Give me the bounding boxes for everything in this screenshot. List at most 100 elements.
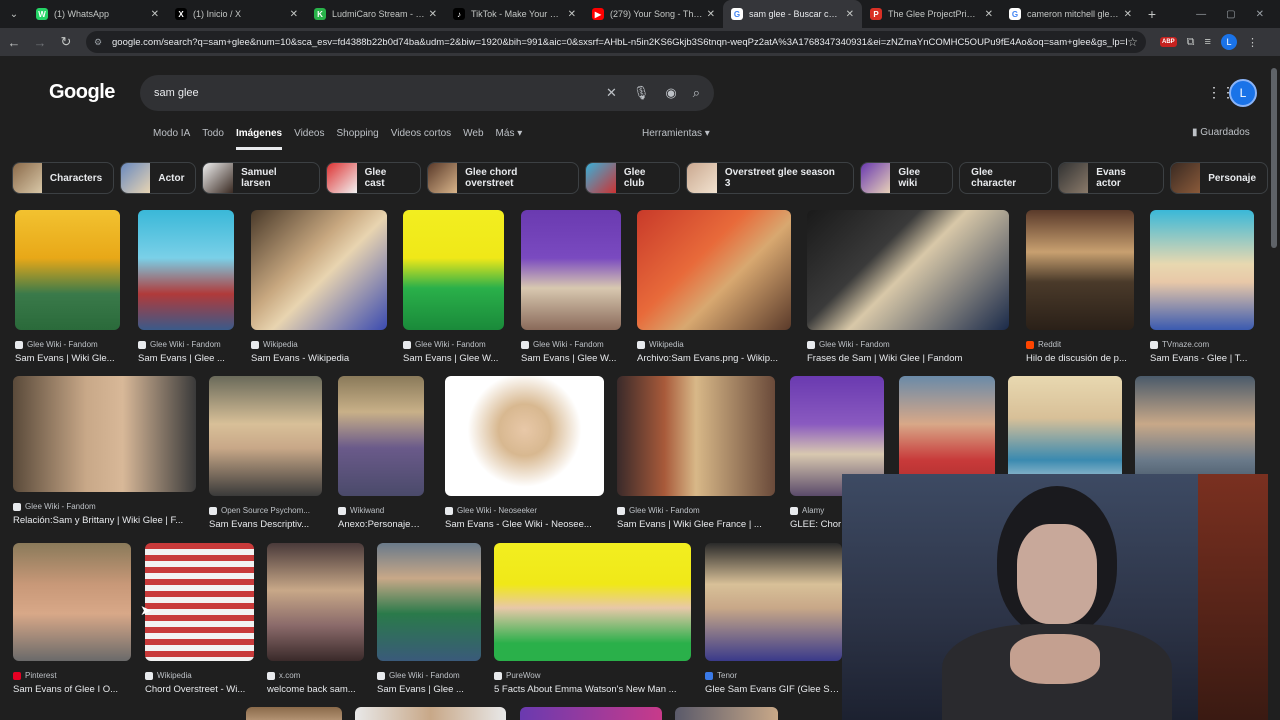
profile-icon[interactable]: L xyxy=(1220,34,1237,50)
result-title[interactable]: Frases de Sam | Wiki Glee | Fandom xyxy=(807,353,1009,364)
image-result[interactable]: Glee Wiki - Fandom Sam Evans | Glee W... xyxy=(521,210,621,364)
tab-modo-ia[interactable]: Modo IA xyxy=(153,128,190,150)
result-source[interactable]: Glee Wiki - Fandom xyxy=(15,340,120,349)
result-title[interactable]: Sam Evans - Glee Wiki - Neosee... xyxy=(445,519,604,530)
image-result[interactable]: Tenor Glee Sam Evans GIF (Glee Sam xyxy=(705,543,842,695)
result-source[interactable]: Glee Wiki - Fandom xyxy=(617,506,775,515)
image-result[interactable]: Glee Wiki - Fandom Frases de Sam | Wiki G… xyxy=(807,210,1009,364)
google-logo[interactable]: Google xyxy=(49,81,115,104)
close-window-icon[interactable]: ✕ xyxy=(1256,9,1264,20)
result-image[interactable] xyxy=(251,210,387,330)
adblock-icon[interactable]: ABP xyxy=(1160,37,1177,47)
image-result[interactable]: Glee Wiki - Fandom Sam Evans | Glee ... xyxy=(138,210,234,364)
result-image[interactable] xyxy=(267,543,364,661)
result-image[interactable] xyxy=(637,210,791,330)
result-source[interactable]: PureWow xyxy=(494,671,691,680)
result-title[interactable]: Anexo:Personajes ... xyxy=(338,519,424,530)
result-title[interactable]: Sam Evans | Glee W... xyxy=(521,353,621,364)
chip[interactable]: Overstreet glee season 3 xyxy=(686,162,854,194)
result-image[interactable] xyxy=(494,543,691,661)
result-title[interactable]: Hilo de discusión de p... xyxy=(1026,353,1134,364)
image-result[interactable]: TVmaze.com Sam Evans - Glee | T... xyxy=(1150,210,1254,364)
result-image[interactable] xyxy=(705,543,842,661)
address-bar[interactable]: ⚙ google.com/search?q=sam+glee&num=10&sc… xyxy=(86,31,1146,53)
image-result[interactable]: Glee Wiki - Fandom Sam Evans | Wiki Glee … xyxy=(617,376,775,530)
close-icon[interactable]: ✕ xyxy=(1124,9,1132,20)
browser-tab[interactable]: ♪ TikTok - Make Your Day ✕ xyxy=(445,0,584,28)
result-source[interactable]: Reddit xyxy=(1026,340,1134,349)
result-image[interactable] xyxy=(209,376,322,496)
page-scrollbar[interactable] xyxy=(1268,56,1280,720)
tab-mas[interactable]: Más ▾ xyxy=(496,128,523,150)
result-source[interactable]: Glee Wiki - Fandom xyxy=(403,340,504,349)
result-image[interactable] xyxy=(377,543,481,661)
saved-button[interactable]: ▮ Guardados xyxy=(1192,127,1250,138)
result-image[interactable] xyxy=(445,376,604,496)
chip[interactable]: Glee chord overstreet xyxy=(426,162,580,194)
browser-tab[interactable]: ▶ (279) Your Song - The Gl ✕ xyxy=(584,0,723,28)
result-source[interactable]: TVmaze.com xyxy=(1150,340,1254,349)
avatar[interactable]: L xyxy=(1229,79,1257,107)
result-title[interactable]: welcome back sam... xyxy=(267,684,364,695)
result-image[interactable] xyxy=(521,210,621,330)
image-result[interactable]: Glee Wiki - Fandom Relación:Sam y Brittan… xyxy=(13,376,196,526)
close-icon[interactable]: ✕ xyxy=(290,9,298,20)
result-image[interactable] xyxy=(13,543,131,661)
image-result[interactable]: Pinterest Sam Evans of Glee I O... xyxy=(13,543,131,695)
image-result[interactable] xyxy=(520,707,662,720)
browser-tab[interactable]: W (1) WhatsApp ✕ xyxy=(28,0,167,28)
result-source[interactable]: Wikipedia xyxy=(251,340,387,349)
image-result[interactable]: Glee Wiki - Neoseeker Sam Evans - Glee Wi… xyxy=(445,376,604,530)
result-title[interactable]: Sam Evans of Glee I O... xyxy=(13,684,131,695)
close-icon[interactable]: ✕ xyxy=(985,9,993,20)
close-icon[interactable]: ✕ xyxy=(568,9,576,20)
result-image[interactable] xyxy=(145,543,254,661)
menu-icon[interactable]: ⋮ xyxy=(1247,36,1258,49)
new-tab-button[interactable]: + xyxy=(1140,6,1164,22)
extensions-icon[interactable]: ⧉ xyxy=(1187,36,1195,49)
chip[interactable]: Glee club xyxy=(585,162,681,194)
result-title[interactable]: Sam Evans | Wiki Gle... xyxy=(15,353,120,364)
result-source[interactable]: Glee Wiki - Fandom xyxy=(13,502,196,511)
search-icon[interactable]: ⌕ xyxy=(693,85,700,101)
browser-tab-active[interactable]: Gsam glee - Buscar con Go ✕ xyxy=(723,0,862,28)
image-result[interactable] xyxy=(675,707,778,720)
maximize-icon[interactable]: ▢ xyxy=(1226,9,1235,20)
result-image[interactable] xyxy=(13,376,196,492)
search-box[interactable]: sam glee ✕ 🎙 ◉ ⌕ xyxy=(140,75,714,111)
result-source[interactable]: Glee Wiki - Fandom xyxy=(138,340,234,349)
result-source[interactable]: Glee Wiki - Fandom xyxy=(377,671,481,680)
result-title[interactable]: Relación:Sam y Brittany | Wiki Glee | F.… xyxy=(13,515,196,526)
result-title[interactable]: 5 Facts About Emma Watson's New Man ... xyxy=(494,684,691,695)
result-source[interactable]: Glee Wiki - Neoseeker xyxy=(445,506,604,515)
result-image[interactable] xyxy=(403,210,504,330)
tools-button[interactable]: Herramientas ▾ xyxy=(642,128,710,139)
image-result[interactable]: PureWow 5 Facts About Emma Watson's New M… xyxy=(494,543,691,695)
result-image[interactable] xyxy=(246,707,342,720)
bookmark-star-icon[interactable]: ☆ xyxy=(1127,35,1138,49)
result-image[interactable] xyxy=(1026,210,1134,330)
image-result[interactable]: Glee Wiki - Fandom Sam Evans | Glee W... xyxy=(403,210,504,364)
lens-icon[interactable]: ◉ xyxy=(665,85,676,101)
close-icon[interactable]: ✕ xyxy=(429,9,437,20)
result-image[interactable] xyxy=(138,210,234,330)
image-result[interactable] xyxy=(355,707,506,720)
tab-search-icon[interactable]: ⌄ xyxy=(0,0,28,28)
result-image[interactable] xyxy=(617,376,775,496)
result-source[interactable]: Open Source Psychom... xyxy=(209,506,322,515)
result-image[interactable] xyxy=(355,707,506,720)
mic-icon[interactable]: 🎙 xyxy=(633,85,650,101)
result-image[interactable] xyxy=(807,210,1009,330)
result-source[interactable]: Wikipedia xyxy=(637,340,791,349)
result-source[interactable]: Glee Wiki - Fandom xyxy=(807,340,1009,349)
close-icon[interactable]: ✕ xyxy=(846,9,854,20)
result-source[interactable]: x.com xyxy=(267,671,364,680)
chip[interactable]: Samuel larsen xyxy=(202,162,321,194)
tab-web[interactable]: Web xyxy=(463,128,483,150)
chip[interactable]: Glee character xyxy=(959,162,1052,194)
tab-videos[interactable]: Videos xyxy=(294,128,324,150)
clear-icon[interactable]: ✕ xyxy=(606,85,617,101)
back-icon[interactable]: ← xyxy=(2,30,26,54)
tab-videos-cortos[interactable]: Videos cortos xyxy=(391,128,451,150)
image-result[interactable]: Reddit Hilo de discusión de p... xyxy=(1026,210,1134,364)
